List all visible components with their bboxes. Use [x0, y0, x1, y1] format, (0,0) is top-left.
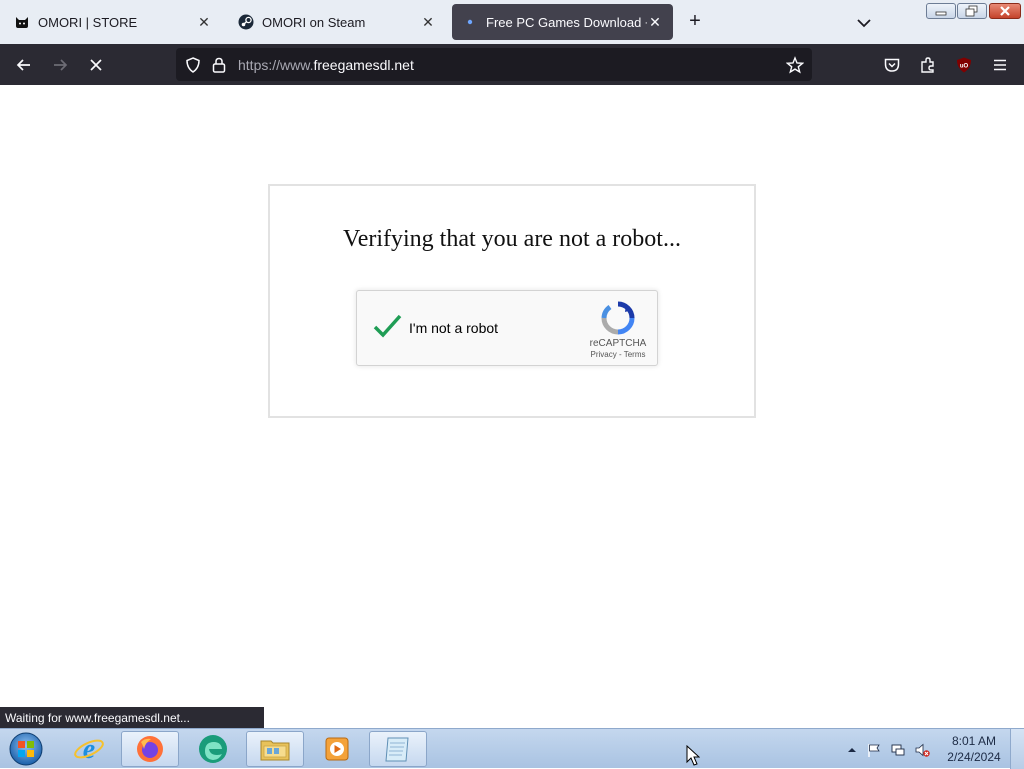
- svg-text:uO: uO: [960, 64, 969, 70]
- address-bar[interactable]: https://www.freegamesdl.net: [176, 48, 812, 81]
- clock-time: 8:01 AM: [951, 734, 997, 748]
- edge-icon: [199, 735, 227, 763]
- restore-icon: [965, 5, 978, 17]
- start-button[interactable]: [6, 731, 46, 767]
- minimize-icon: [935, 11, 947, 16]
- pocket-button[interactable]: [879, 52, 905, 78]
- ublock-button[interactable]: uO: [951, 52, 977, 78]
- system-tray: [842, 731, 942, 767]
- notepad-icon: [385, 737, 409, 762]
- close-tab-icon[interactable]: ✕: [196, 14, 212, 30]
- url-field[interactable]: https://www.freegamesdl.net: [238, 57, 414, 73]
- taskbar-notepad[interactable]: [369, 731, 427, 767]
- firefox-icon: [137, 736, 163, 762]
- recaptcha-widget[interactable]: I'm not a robot reCAPTCHA Privacy - Term…: [356, 290, 658, 366]
- cat-icon: [16, 17, 28, 28]
- ublock-origin-icon: uO: [957, 57, 971, 73]
- chevron-down-icon[interactable]: [853, 12, 875, 34]
- arrow-right-icon: [54, 59, 68, 71]
- forward-button[interactable]: [47, 52, 73, 78]
- recaptcha-brand: reCAPTCHA: [589, 338, 647, 349]
- taskbar-firefox[interactable]: [121, 731, 179, 767]
- lock-icon[interactable]: [211, 56, 227, 74]
- back-button[interactable]: [11, 52, 37, 78]
- taskbar-file-explorer[interactable]: [246, 731, 304, 767]
- close-tab-icon[interactable]: ✕: [420, 14, 436, 30]
- arrow-left-icon: [16, 59, 30, 71]
- checkmark-icon[interactable]: [371, 311, 403, 343]
- url-host: freegamesdl.net: [313, 57, 414, 73]
- svg-text:e: e: [83, 734, 95, 765]
- mouse-cursor-icon: [686, 745, 700, 766]
- navigation-toolbar: https://www.freegamesdl.net uO: [0, 44, 1024, 85]
- clock-date: 2/24/2024: [947, 750, 1001, 764]
- system-clock[interactable]: 8:01 AM 2/24/2024: [944, 733, 1004, 765]
- taskbar: e 8:01 AM 2/24/2024: [0, 728, 1024, 769]
- stop-button[interactable]: [83, 52, 109, 78]
- tab-strip: OMORI | STORE ✕ OMORI on Steam ✕ Free PC…: [0, 0, 1024, 44]
- taskbar-internet-explorer[interactable]: e: [60, 731, 118, 767]
- internet-explorer-icon: e: [74, 734, 104, 765]
- show-desktop-button[interactable]: [1010, 729, 1024, 769]
- recaptcha-label: I'm not a robot: [409, 320, 499, 336]
- hamburger-menu-icon: [994, 59, 1006, 71]
- page-content: Verifying that you are not a robot... I'…: [0, 85, 1024, 728]
- tab-freegamesdl[interactable]: Free PC Games Download + Dir ✕: [452, 4, 673, 40]
- recaptcha-privacy-terms-link[interactable]: Privacy - Terms: [577, 350, 659, 359]
- extensions-button[interactable]: [915, 52, 941, 78]
- tab-omori-store[interactable]: OMORI | STORE ✕: [4, 4, 222, 40]
- status-text: Waiting for www.freegamesdl.net...: [0, 707, 264, 729]
- tab-omori-steam[interactable]: OMORI on Steam ✕: [228, 4, 446, 40]
- tab-title: Free PC Games Download + Dir: [486, 14, 647, 30]
- flag-icon[interactable]: [866, 742, 882, 758]
- close-icon: [1000, 6, 1010, 16]
- chevron-up-icon[interactable]: [844, 742, 860, 758]
- minimize-button[interactable]: [926, 3, 956, 19]
- puzzle-icon: [921, 57, 934, 73]
- tab-title: OMORI | STORE: [38, 14, 138, 30]
- restore-button[interactable]: [957, 3, 987, 19]
- stop-icon: [90, 59, 102, 71]
- steam-icon: [238, 14, 254, 30]
- close-tab-icon[interactable]: ✕: [647, 14, 663, 30]
- taskbar-edge[interactable]: [184, 731, 242, 767]
- volume-muted-icon[interactable]: [914, 742, 930, 758]
- url-scheme: https://www.: [238, 57, 314, 73]
- menu-button[interactable]: [987, 52, 1013, 78]
- pocket-icon: [884, 58, 900, 72]
- taskbar-media-player[interactable]: [308, 731, 366, 767]
- shield-icon[interactable]: [184, 56, 202, 74]
- media-player-icon: [325, 737, 349, 761]
- verification-panel: Verifying that you are not a robot... I'…: [268, 184, 756, 418]
- recaptcha-logo-icon: [601, 301, 635, 335]
- new-tab-button[interactable]: +: [684, 10, 706, 32]
- page-title: Verifying that you are not a robot...: [343, 226, 681, 252]
- window-close-button[interactable]: [989, 3, 1021, 19]
- network-icon[interactable]: [890, 742, 906, 758]
- file-explorer-icon: [260, 740, 290, 761]
- tab-title: OMORI on Steam: [262, 14, 366, 30]
- star-icon[interactable]: [786, 56, 804, 74]
- loading-dot-icon: [467, 19, 473, 25]
